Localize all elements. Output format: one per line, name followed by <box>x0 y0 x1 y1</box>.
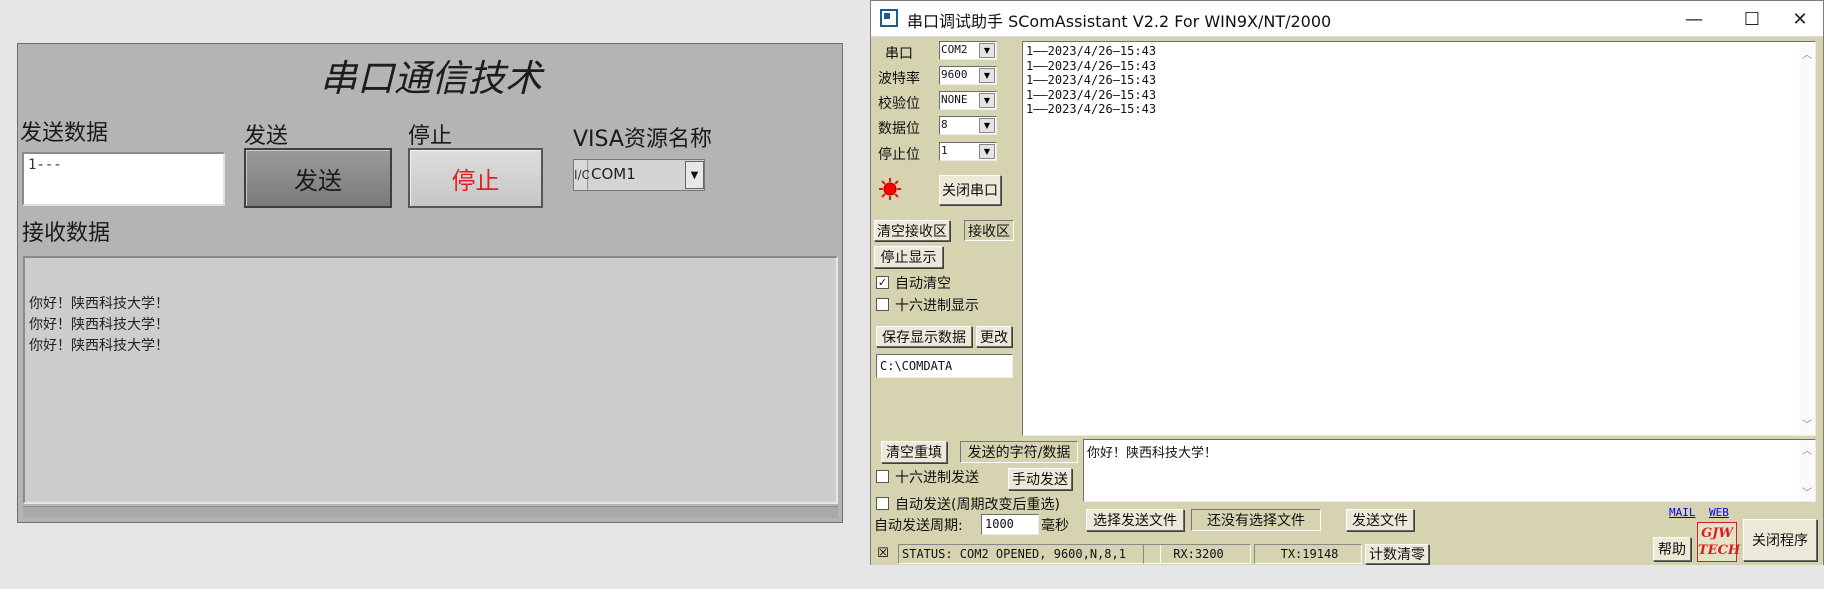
web-link[interactable]: WEB <box>1709 506 1729 519</box>
save-display-data-button[interactable]: 保存显示数据 <box>876 326 972 347</box>
stop-button[interactable]: 停止 <box>408 148 543 208</box>
chevron-down-icon[interactable]: ﹀ <box>1802 416 1812 431</box>
parity-label: 校验位 <box>878 96 920 112</box>
auto-send-period-label: 自动发送周期: <box>874 518 963 534</box>
stop-bits-value: 1 <box>941 144 948 157</box>
receive-line: 你好！陕西科技大学！ <box>29 338 169 354</box>
close-port-button[interactable]: 关闭串口 <box>939 175 1001 205</box>
chevron-up-icon[interactable]: ︿ <box>1802 442 1812 457</box>
chevron-down-icon[interactable]: ▼ <box>979 68 995 83</box>
data-bits-select[interactable]: 8 ▼ <box>939 116 997 135</box>
send-button[interactable]: 发送 <box>244 148 392 208</box>
receive-lines: 1——2023/4/26—15:43 1——2023/4/26—15:43 1—… <box>1023 42 1815 117</box>
selected-file-display: 还没有选择文件 <box>1191 509 1321 531</box>
chevron-up-icon[interactable]: ︿ <box>1802 46 1812 61</box>
scom-assistant-window: 串口调试助手 SComAssistant V2.2 For WIN9X/NT/2… <box>870 0 1824 565</box>
baud-label: 波特率 <box>878 71 920 87</box>
baud-select[interactable]: 9600 ▼ <box>939 66 997 85</box>
panel-title: 串口通信技术 <box>320 57 542 100</box>
auto-send-checkbox[interactable] <box>876 497 889 510</box>
receive-line: 1——2023/4/26—15:43 <box>1026 87 1157 102</box>
status-bar: ☒ STATUS: COM2 OPENED, 9600,N,8,1 RX:320… <box>871 543 1823 565</box>
baud-value: 9600 <box>941 68 968 81</box>
send-button-label: 发送 <box>294 166 342 195</box>
send-data-label: 发送数据 <box>20 121 109 146</box>
data-bits-value: 8 <box>941 118 948 131</box>
receive-line: 1——2023/4/26—15:43 <box>1026 73 1157 88</box>
port-value: COM2 <box>941 43 968 56</box>
receive-data-label: 接收数据 <box>22 221 111 246</box>
auto-clear-label: 自动清空 <box>895 276 951 292</box>
dropdown-arrow-icon[interactable]: ▼ <box>685 161 704 189</box>
vertical-scrollbar[interactable]: ︿ ﹀ <box>1799 440 1815 501</box>
port-status-led-icon <box>879 178 901 200</box>
stop-bits-select[interactable]: 1 ▼ <box>939 142 997 161</box>
port-label: 串口 <box>885 46 913 62</box>
stop-display-button[interactable]: 停止显示 <box>874 246 943 268</box>
receive-text-area[interactable]: 1——2023/4/26—15:43 1——2023/4/26—15:43 1—… <box>1022 41 1816 436</box>
minimize-icon[interactable]: — <box>1671 5 1717 33</box>
receive-data-display[interactable]: 你好！陕西科技大学！ 你好！陕西科技大学！ 你好！陕西科技大学！ <box>23 256 838 504</box>
maximize-icon[interactable]: ☐ <box>1729 5 1775 33</box>
stop-button-caption: 停止 <box>408 124 453 149</box>
hex-display-label: 十六进制显示 <box>895 298 979 314</box>
send-text-area[interactable]: 你好！陕西科技大学！ ︿ ﹀ <box>1083 439 1816 502</box>
window-titlebar[interactable]: 串口调试助手 SComAssistant V2.2 For WIN9X/NT/2… <box>871 1 1823 37</box>
receive-line: 1——2023/4/26—15:43 <box>1026 44 1157 58</box>
reset-counter-button[interactable]: 计数清零 <box>1365 544 1429 564</box>
send-button-caption: 发送 <box>244 124 289 149</box>
stop-button-label: 停止 <box>451 166 500 195</box>
milliseconds-label: 毫秒 <box>1041 518 1069 534</box>
data-bits-label: 数据位 <box>878 121 920 137</box>
change-path-button[interactable]: 更改 <box>976 326 1012 347</box>
send-chars-button[interactable]: 发送的字符/数据 <box>960 441 1078 463</box>
rx-counter: RX:3200 <box>1143 544 1251 564</box>
chevron-down-icon[interactable]: ▼ <box>979 93 995 108</box>
mail-link[interactable]: MAIL <box>1669 506 1696 519</box>
auto-send-label: 自动发送(周期改变后重选) <box>895 497 1060 513</box>
clear-resend-button[interactable]: 清空重填 <box>881 441 947 463</box>
auto-send-period-input[interactable]: 1000 <box>981 514 1039 535</box>
port-select[interactable]: COM2 ▼ <box>939 41 997 60</box>
stop-bits-label: 停止位 <box>878 147 920 163</box>
close-icon[interactable]: ✕ <box>1777 5 1823 33</box>
visa-resource-label: VISA资源名称 <box>573 127 712 152</box>
parity-value: NONE <box>941 93 968 106</box>
status-text: STATUS: COM2 OPENED, 9600,N,8,1 <box>898 544 1161 564</box>
window-body: 串口 COM2 ▼ 波特率 9600 ▼ 校验位 NONE ▼ 数据位 8 ▼ … <box>871 38 1823 565</box>
receive-area-button[interactable]: 接收区 <box>964 220 1014 241</box>
chevron-down-icon[interactable]: ▼ <box>979 118 995 133</box>
hex-send-checkbox[interactable] <box>876 470 889 483</box>
receive-line: 1——2023/4/26—15:43 <box>1026 102 1157 117</box>
receive-line: 你好！陕西科技大学！ <box>29 317 169 333</box>
send-data-input[interactable]: 1--- <box>22 152 225 206</box>
chevron-down-icon[interactable]: ﹀ <box>1802 484 1812 499</box>
pin-icon: ☒ <box>877 546 889 561</box>
visa-resource-value[interactable]: COM1 <box>589 160 685 190</box>
save-path-field[interactable]: C:\COMDATA <box>876 354 1013 378</box>
labview-front-panel: 串口通信技术 发送数据 1--- 发送 发送 停止 停止 VISA资源名称 I/… <box>17 43 843 523</box>
vertical-scrollbar[interactable]: ︿ ﹀ <box>1799 42 1815 435</box>
chevron-down-icon[interactable]: ▼ <box>979 43 995 58</box>
hex-send-label: 十六进制发送 <box>895 470 979 486</box>
receive-line: 你好！陕西科技大学！ <box>29 296 169 312</box>
hex-display-checkbox[interactable] <box>876 298 889 311</box>
window-title: 串口调试助手 SComAssistant V2.2 For WIN9X/NT/2… <box>907 12 1332 31</box>
chevron-down-icon[interactable]: ▼ <box>979 144 995 159</box>
horizontal-scrollbar[interactable] <box>23 506 838 518</box>
io-icon: I/O <box>574 160 591 190</box>
parity-select[interactable]: NONE ▼ <box>939 91 997 110</box>
send-file-button[interactable]: 发送文件 <box>1346 509 1414 531</box>
receive-line: 1——2023/4/26—15:43 <box>1026 58 1157 73</box>
tx-counter: TX:19148 <box>1254 544 1362 564</box>
app-icon <box>880 9 898 27</box>
choose-send-file-button[interactable]: 选择发送文件 <box>1086 509 1184 531</box>
send-text: 你好！陕西科技大学！ <box>1087 446 1218 461</box>
auto-clear-checkbox[interactable]: ✓ <box>876 276 889 289</box>
visa-resource-selector[interactable]: I/O COM1 ▼ <box>573 159 705 191</box>
clear-receive-button[interactable]: 清空接收区 <box>874 220 950 241</box>
manual-send-button[interactable]: 手动发送 <box>1008 468 1072 490</box>
